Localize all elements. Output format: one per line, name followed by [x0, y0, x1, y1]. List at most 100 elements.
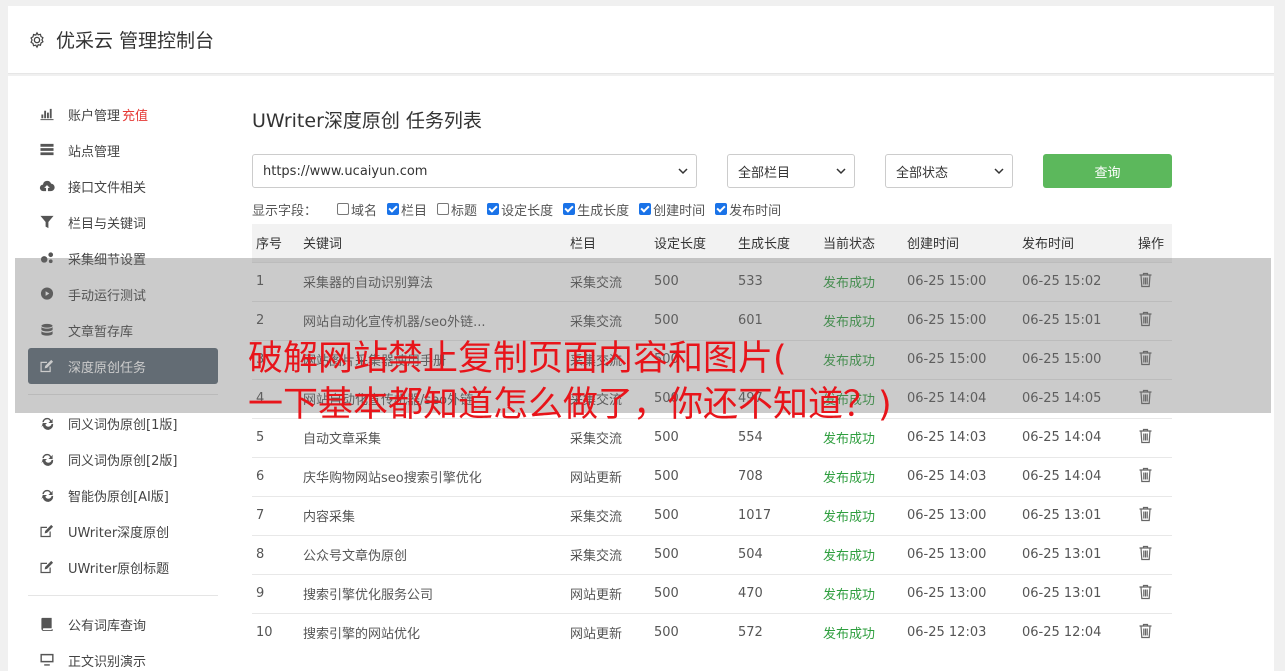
table-cell: 500 [650, 456, 734, 496]
sidebar-item[interactable]: 公有词库查询 [28, 606, 218, 642]
table-cell: 网站更新 [566, 612, 650, 652]
sidebar-item-label: 同义词伪原创[1版] [68, 417, 178, 433]
trash-icon[interactable] [1138, 545, 1153, 561]
field-checkbox-label: 栏目 [401, 203, 428, 219]
table-cell: 06-25 13:01 [1018, 573, 1134, 613]
app-title: 优采云 管理控制台 [56, 30, 215, 52]
field-checkbox-label: 标题 [451, 203, 478, 219]
table-cell: 06-25 14:03 [903, 456, 1018, 496]
sidebar-item-label: UWriter原创标题 [68, 561, 170, 577]
table-cell: 庆华购物网站seo搜索引擎优化 [299, 456, 566, 496]
action-cell [1134, 456, 1172, 496]
table-cell: 搜索引擎的网站优化 [299, 612, 566, 652]
field-checkbox-label: 设定长度 [501, 203, 554, 219]
trash-icon[interactable] [1138, 428, 1153, 444]
chevron-down-icon [678, 168, 688, 175]
sidebar-item[interactable]: UWriter深度原创 [28, 513, 218, 549]
column-header: 操作 [1134, 224, 1172, 262]
table-cell: 500 [650, 573, 734, 613]
sidebar-item[interactable]: UWriter原创标题 [28, 549, 218, 585]
refresh-icon [38, 416, 56, 430]
table-cell: 708 [734, 456, 819, 496]
sidebar-item-label: 接口文件相关 [68, 180, 147, 196]
table-cell: 470 [734, 573, 819, 613]
action-cell [1134, 495, 1172, 535]
cloud-upload-icon [38, 179, 56, 193]
filter-icon [38, 215, 56, 229]
sidebar-item-label: 正文识别演示 [68, 654, 147, 670]
checkbox-box[interactable] [563, 203, 576, 215]
display-fields-label: 显示字段： [252, 203, 318, 219]
trash-icon[interactable] [1138, 623, 1153, 639]
checkbox-box[interactable] [715, 203, 728, 215]
sidebar-item[interactable]: 站点管理 [28, 132, 218, 168]
table-cell: 搜索引擎优化服务公司 [299, 573, 566, 613]
action-cell [1134, 573, 1172, 613]
table-row: 8 公众号文章伪原创 采集交流 500 504 发布成功 06-25 13:00 06-25 … [252, 534, 1172, 574]
trash-icon[interactable] [1138, 506, 1153, 522]
checkbox-box[interactable] [437, 203, 450, 215]
checkbox-box[interactable] [387, 203, 400, 215]
gear-icon [30, 31, 44, 48]
query-button[interactable]: 查询 [1043, 154, 1172, 188]
sidebar-item-label: 栏目与关键词 [68, 216, 147, 232]
table-cell: 网站更新 [566, 573, 650, 613]
table-cell: 572 [734, 612, 819, 652]
sidebar-item[interactable]: 智能伪原创[AI版] [28, 477, 218, 513]
table-cell: 发布成功 [819, 495, 903, 535]
banner-line-2: 一下基本都知道怎么做了，你还不知道？) [248, 385, 892, 425]
book-icon [38, 617, 56, 631]
table-cell: 06-25 13:01 [1018, 495, 1134, 535]
table-cell: 8 [252, 534, 299, 574]
trash-icon[interactable] [1138, 467, 1153, 483]
edit-icon [38, 560, 56, 574]
table-cell: 06-25 13:00 [903, 495, 1018, 535]
table-cell: 9 [252, 573, 299, 613]
table-cell: 06-25 12:03 [903, 612, 1018, 652]
field-checkbox[interactable]: 域名 [337, 200, 377, 219]
field-checkbox-label: 生成长度 [577, 203, 630, 219]
status-select[interactable]: 全部状态 [885, 154, 1013, 188]
checkbox-box[interactable] [487, 203, 500, 215]
column-select[interactable]: 全部栏目 [727, 154, 855, 188]
table-cell: 06-25 13:01 [1018, 534, 1134, 574]
field-checkbox[interactable]: 标题 [437, 200, 477, 219]
sidebar-item[interactable]: 接口文件相关 [28, 168, 218, 204]
sidebar-item-label: 站点管理 [68, 144, 121, 160]
site-select[interactable]: https://www.ucaiyun.com [252, 154, 697, 188]
table-cell: 500 [650, 612, 734, 652]
table-cell: 6 [252, 456, 299, 496]
column-select-value: 全部栏目 [738, 165, 791, 181]
table-cell: 7 [252, 495, 299, 535]
sidebar-item-label: 同义词伪原创[2版] [68, 453, 178, 469]
checkbox-box[interactable] [639, 203, 652, 215]
trash-icon[interactable] [1138, 584, 1153, 600]
checkbox-box[interactable] [337, 203, 350, 215]
field-checkbox[interactable]: 栏目 [387, 200, 427, 219]
field-checkbox[interactable]: 生成长度 [563, 200, 629, 219]
sidebar-item[interactable]: 账户管理 充值 [28, 96, 218, 132]
sidebar-item-label: 账户管理 [68, 108, 121, 124]
column-header: 创建时间 [903, 224, 1018, 262]
recharge-link[interactable]: 充值 [122, 105, 148, 124]
refresh-icon [38, 452, 56, 466]
column-header: 关键词 [299, 224, 566, 262]
column-header: 设定长度 [650, 224, 734, 262]
sidebar-item-label: 智能伪原创[AI版] [68, 489, 169, 505]
field-checkbox[interactable]: 发布时间 [715, 200, 781, 219]
column-header: 栏目 [566, 224, 650, 262]
server-icon [38, 143, 56, 157]
refresh-icon [38, 488, 56, 502]
sidebar-item[interactable]: 同义词伪原创[2版] [28, 441, 218, 477]
table-row: 7 内容采集 采集交流 500 1017 发布成功 06-25 13:00 06-25 13:… [252, 495, 1172, 535]
sidebar-item[interactable]: 栏目与关键词 [28, 204, 218, 240]
table-cell: 发布成功 [819, 612, 903, 652]
column-header: 当前状态 [819, 224, 903, 262]
table-cell: 采集交流 [566, 495, 650, 535]
site-select-value: https://www.ucaiyun.com [263, 163, 428, 179]
table-cell: 采集交流 [566, 534, 650, 574]
display-fields: 显示字段： 域名 栏目 标题 设定长度 生成长度 创建时间 发布时间 [252, 200, 1172, 219]
field-checkbox[interactable]: 设定长度 [487, 200, 553, 219]
field-checkbox[interactable]: 创建时间 [639, 200, 705, 219]
sidebar-item[interactable]: 正文识别演示 [28, 642, 218, 671]
